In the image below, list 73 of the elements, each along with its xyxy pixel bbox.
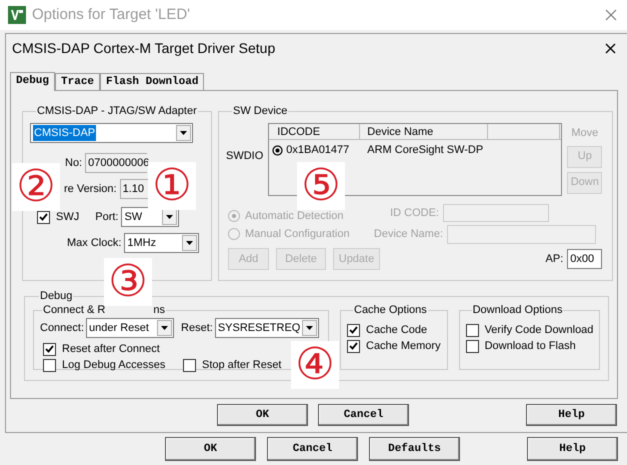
column-header: Device Name: [360, 124, 488, 139]
checkbox[interactable]: [347, 340, 360, 352]
dialog-button[interactable]: Help: [526, 404, 617, 426]
id-code-label: ID CODE:: [390, 206, 439, 221]
port-label: Port:: [95, 210, 118, 225]
id-code-field[interactable]: [443, 204, 549, 222]
checkbox-label: Log Debug Accesses: [62, 358, 166, 373]
checkbox[interactable]: [466, 324, 479, 336]
annotation-number: ④: [291, 341, 339, 389]
tab[interactable]: Debug: [10, 72, 56, 91]
group-title: SW Device: [232, 104, 288, 118]
connect-label: Connect:: [40, 320, 84, 336]
serial-field[interactable]: 0700000006: [85, 153, 148, 173]
dialog-button[interactable]: Defaults: [369, 437, 460, 461]
radio-label: Manual Configuration: [245, 226, 350, 242]
connect-dropdown[interactable]: under Reset: [86, 318, 174, 338]
reset-label: Reset:: [181, 320, 213, 336]
swdio-label: SWDIO: [226, 149, 264, 164]
group-title: Debug: [39, 289, 74, 303]
checkbox-label: Reset after Connect: [62, 342, 160, 357]
table-cell-text: 0x1BA01477: [286, 142, 350, 158]
adapter-dropdown[interactable]: CMSIS-DAP: [30, 123, 193, 143]
group-title: CMSIS-DAP - JTAG/SW Adapter: [36, 104, 198, 118]
dialog-title: CMSIS-DAP Cortex-M Target Driver Setup: [12, 39, 276, 58]
dialog-button[interactable]: OK: [217, 404, 308, 426]
serial-label: No:: [65, 156, 82, 171]
dialog-button[interactable]: OK: [165, 437, 256, 461]
caret-icon: [302, 320, 317, 336]
group-title: Cache Options: [353, 303, 428, 317]
caret-icon: [182, 235, 198, 251]
dialog-button[interactable]: Cancel: [267, 437, 358, 461]
annotation-number: ⑤: [297, 162, 345, 210]
clock-label: Max Clock:: [67, 236, 122, 251]
reset-dropdown[interactable]: SYSRESETREQ: [214, 318, 319, 338]
caret-icon: [157, 320, 172, 336]
device-name-label: Device Name:: [374, 227, 443, 242]
ap-label: AP:: [546, 252, 564, 267]
device-name-field[interactable]: [447, 225, 596, 244]
annotation-number: ①: [148, 162, 196, 210]
dialog-button[interactable]: Cancel: [318, 404, 409, 426]
checkbox-label: Verify Code Download: [484, 322, 594, 338]
firmware-label: re Version:: [64, 182, 117, 197]
checkbox[interactable]: [347, 324, 360, 336]
checkbox[interactable]: [43, 358, 56, 372]
radio-label: Automatic Detection: [245, 208, 344, 224]
checkbox-label: Download to Flash: [484, 338, 576, 354]
group-title: Download Options: [472, 303, 564, 317]
checkbox[interactable]: [37, 210, 50, 224]
caret-icon: [162, 209, 178, 225]
tab[interactable]: Flash Download: [100, 73, 204, 90]
app-icon: [8, 6, 26, 24]
tab[interactable]: Trace: [55, 73, 100, 90]
checkbox-label: Cache Code: [366, 322, 428, 338]
annotation-number: ③: [104, 258, 152, 306]
port-dropdown[interactable]: SW: [121, 207, 180, 227]
dialog-button[interactable]: Help: [527, 437, 618, 461]
group-title: ns: [153, 303, 165, 317]
checkbox-label: Cache Memory: [366, 338, 441, 354]
clock-dropdown[interactable]: 1MHz: [124, 233, 200, 253]
firmware-field[interactable]: 1.10: [120, 179, 149, 199]
table-cell-text: ARM CoreSight SW-DP: [366, 142, 484, 158]
window-title: Options for Target 'LED': [32, 4, 190, 25]
annotation-number: ②: [12, 163, 60, 211]
checkbox-label: SWJ: [56, 210, 80, 225]
checkbox[interactable]: [43, 342, 56, 356]
move-label: Move: [571, 126, 598, 141]
column-header: IDCODE: [269, 124, 360, 139]
caret-icon: [176, 125, 191, 141]
close-icon[interactable]: [605, 43, 616, 54]
checkbox[interactable]: [183, 358, 196, 372]
checkbox-label: Stop after Reset: [202, 358, 282, 373]
group-title: Connect & R: [43, 303, 106, 317]
checkbox[interactable]: [466, 340, 479, 352]
